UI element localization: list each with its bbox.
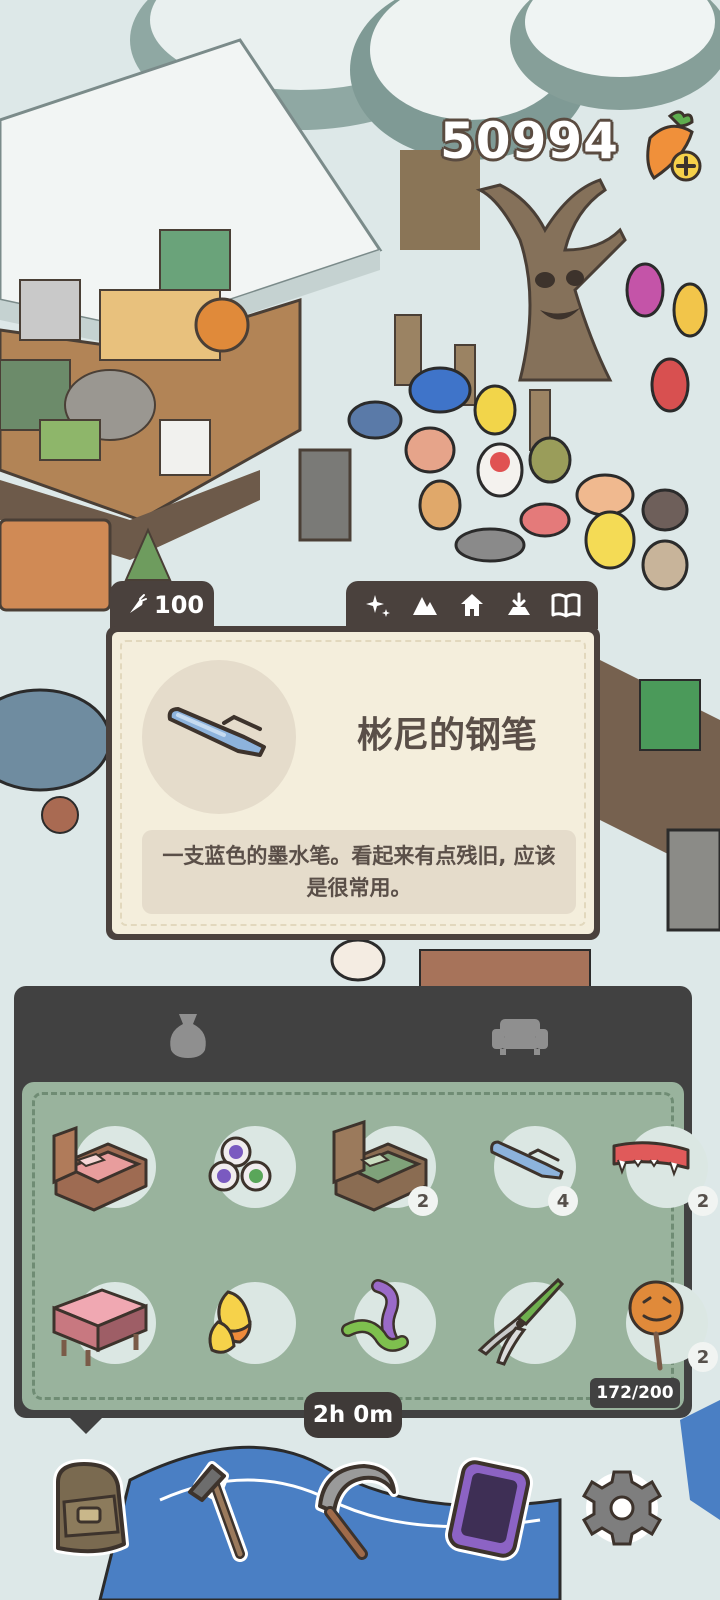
inventory-slot[interactable] (468, 1272, 576, 1376)
candy-corn-icon (208, 1290, 252, 1354)
carrot-plus-icon (646, 110, 702, 182)
carrot-icon (130, 594, 147, 613)
bag-icon (170, 1014, 206, 1058)
home-icon (460, 594, 483, 616)
sparkle-tab[interactable] (362, 589, 394, 621)
backpack-button[interactable] (38, 1452, 138, 1562)
inventory-tabs (14, 986, 692, 1082)
inventory-slot[interactable]: 4 (468, 1116, 578, 1220)
inventory-slot[interactable] (328, 1272, 436, 1376)
item-title: 彬尼的钢笔 (356, 715, 537, 756)
inventory-slot[interactable] (188, 1116, 296, 1220)
blue-pen-icon (167, 707, 266, 757)
phone-icon (445, 1457, 533, 1561)
carrot-count: 50994 (440, 112, 619, 170)
pink-bed-icon (52, 1125, 148, 1212)
tab-furniture[interactable] (480, 1000, 560, 1070)
panel-pointer (68, 1416, 104, 1434)
inventory-slot[interactable]: 2 (328, 1116, 438, 1220)
detail-action-tabs (346, 581, 598, 629)
inventory-slot[interactable] (48, 1272, 156, 1376)
backpack-icon (53, 1459, 129, 1557)
inventory-slot[interactable] (48, 1116, 156, 1220)
settings-button[interactable] (572, 1452, 672, 1562)
item-count: 4 (548, 1186, 578, 1216)
tab-items[interactable] (148, 1000, 228, 1070)
import-tab[interactable] (503, 589, 535, 621)
sickle-button[interactable] (304, 1452, 404, 1562)
item-description: 一支蓝色的墨水笔。看起来有点残旧, 应该是很常用。 (142, 830, 576, 914)
sickle-icon (315, 1461, 399, 1560)
axe-icon (188, 1461, 248, 1562)
home-tab[interactable] (456, 589, 488, 621)
pruning-shears-icon (477, 1277, 565, 1366)
inventory-grid: 2 4 2 2 172/200 (22, 1082, 718, 1410)
axe-button[interactable] (168, 1452, 268, 1562)
item-detail-body: 彬尼的钢笔 一支蓝色的墨水笔。看起来有点残旧, 应该是很常用。 (112, 632, 594, 934)
inventory-slot[interactable] (188, 1272, 296, 1376)
import-icon (508, 592, 531, 615)
price-tag: 100 (110, 581, 214, 629)
eyeballs-icon (208, 1136, 272, 1192)
item-detail-card: 彬尼的钢笔 一支蓝色的墨水笔。看起来有点残旧, 应该是很常用。 (106, 626, 600, 940)
phone-button[interactable] (440, 1452, 540, 1562)
inventory-capacity: 172/200 (590, 1378, 680, 1408)
pink-table-icon (52, 1288, 148, 1366)
sparkle-icon (365, 595, 390, 617)
add-carrots-button[interactable] (640, 108, 706, 188)
item-preview (142, 660, 296, 814)
inventory-slot[interactable]: 2 (608, 1272, 718, 1376)
terrain-tab[interactable] (409, 589, 441, 621)
item-count: 2 (408, 1186, 438, 1216)
book-icon (551, 593, 581, 618)
item-count: 2 (688, 1186, 718, 1216)
gummy-worm-icon (341, 1279, 409, 1352)
inventory-panel: 2 4 2 2 172/200 (14, 986, 718, 1418)
inventory-slot[interactable]: 2 (608, 1116, 718, 1220)
price-value: 100 (154, 591, 205, 619)
book-tab[interactable] (550, 589, 582, 621)
sofa-icon (492, 1019, 548, 1055)
mountain-icon (412, 597, 437, 615)
settings-icon (581, 1470, 663, 1546)
countdown-timer: 2h 0m (304, 1392, 402, 1438)
item-count: 2 (688, 1342, 718, 1372)
